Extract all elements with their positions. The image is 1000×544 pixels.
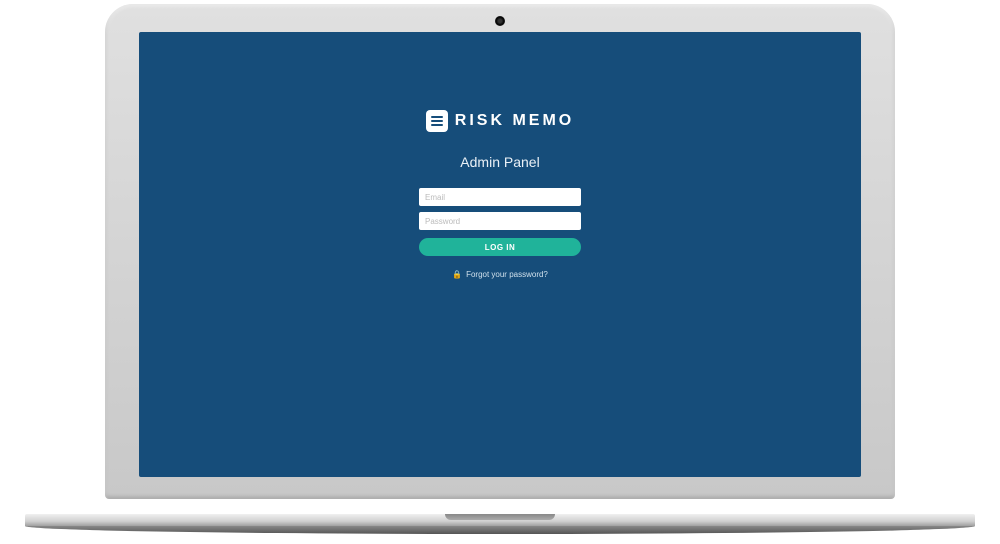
- camera-dot: [495, 16, 505, 26]
- laptop-bezel: RISK MEMO Admin Panel LOG IN 🔒 Forgot yo…: [105, 4, 895, 499]
- memo-icon: [426, 110, 448, 132]
- login-form: LOG IN: [419, 188, 581, 256]
- forgot-password-row: 🔒 Forgot your password?: [452, 270, 548, 279]
- trackpad-notch: [445, 514, 555, 520]
- password-field[interactable]: [419, 212, 581, 230]
- email-field[interactable]: [419, 188, 581, 206]
- logo: RISK MEMO: [426, 110, 574, 132]
- login-button[interactable]: LOG IN: [419, 238, 581, 256]
- app-screen: RISK MEMO Admin Panel LOG IN 🔒 Forgot yo…: [139, 32, 861, 477]
- laptop-base: [25, 514, 975, 534]
- brand-name: RISK MEMO: [455, 112, 574, 130]
- lock-icon: 🔒: [452, 270, 462, 279]
- forgot-password-link[interactable]: Forgot your password?: [466, 270, 548, 279]
- page-title: Admin Panel: [460, 154, 539, 170]
- laptop-frame: RISK MEMO Admin Panel LOG IN 🔒 Forgot yo…: [105, 4, 895, 534]
